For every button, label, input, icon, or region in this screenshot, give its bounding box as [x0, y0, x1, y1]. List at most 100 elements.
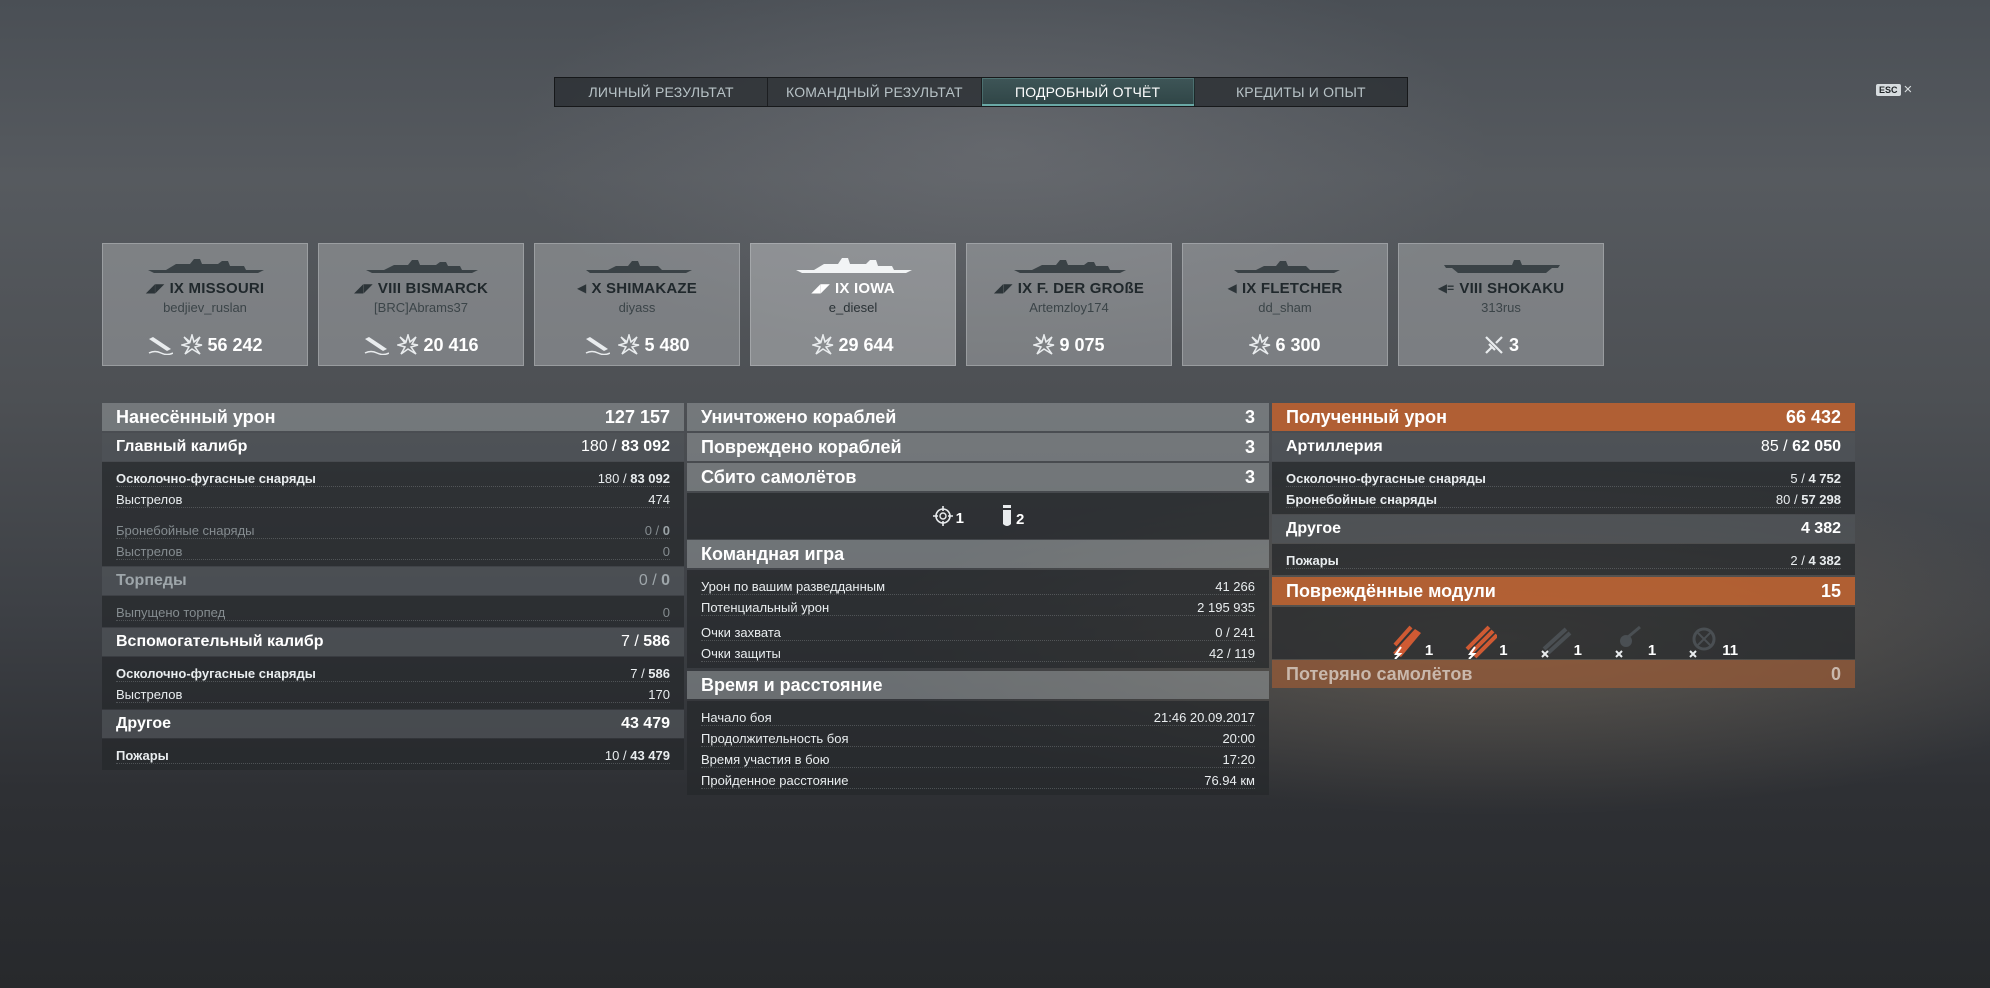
- module-torpedo-tubes: 1: [1463, 623, 1508, 659]
- ship-card[interactable]: ◢◤ IX F. DER GROßE Artemzloy174 9 075: [966, 243, 1172, 366]
- player-name: e_diesel: [828, 300, 878, 315]
- damage-burst-icon: [181, 334, 203, 355]
- ship-damage: 6 300: [1275, 334, 1321, 355]
- stat-row: Осколочно-фугасные снаряды 180 / 83 092: [116, 466, 670, 487]
- ship-name: ◢◤ IX MISSOURI: [145, 280, 265, 297]
- secondary-battery-header: Вспомогательный калибр 7 / 586: [102, 628, 684, 656]
- carrier-silhouette-icon: [1444, 260, 1560, 273]
- damage-received-header: Полученный урон 66 432: [1272, 403, 1855, 431]
- other-damage-header: Другое 43 479: [102, 710, 684, 738]
- team-play-body: Урон по вашим разведданным 41 266 Потенци…: [687, 570, 1269, 668]
- destroyer-class-icon: ◀: [1227, 281, 1237, 295]
- stat-row: Бронебойные снаряды 0 / 0: [116, 518, 670, 539]
- battleship-silhouette-icon: [796, 258, 912, 273]
- damage-received-total: 66 432: [1785, 406, 1841, 427]
- damage-received-panel: Полученный урон 66 432 Артиллерия 85 / 62 …: [1272, 403, 1855, 690]
- battleship-silhouette-icon: [148, 259, 264, 273]
- other-received-header: Другое 4 382: [1272, 515, 1855, 543]
- stat-row: Продолжительность боя 20:00: [701, 726, 1255, 747]
- tab-detailed-report[interactable]: ПОДРОБНЫЙ ОТЧЁТ: [981, 78, 1195, 106]
- bomb-icon: [1003, 505, 1011, 526]
- crosshair-icon: [932, 506, 953, 526]
- ship-name: ◢◤ IX F. DER GROßE: [993, 280, 1145, 297]
- torpedoes-header: Торпеды 0 / 0: [102, 567, 684, 595]
- battleship-class-icon: ◢◤: [811, 281, 831, 295]
- ship-card[interactable]: ◀ IX FLETCHER dd_sham 6 300: [1182, 243, 1388, 366]
- fighter-kills: 1: [932, 505, 964, 527]
- stat-row: Пожары 2 / 4 382: [1286, 548, 1841, 569]
- ship-damage: 56 242: [207, 334, 263, 355]
- stat-row: Выстрелов 170: [116, 682, 670, 703]
- other-damage-body: Пожары 10 / 43 479: [102, 739, 684, 770]
- damage-burst-icon: [618, 334, 640, 355]
- damage-dealt-header: Нанесённый урон 127 157: [102, 403, 684, 431]
- tab-team-result[interactable]: КОМАНДНЫЙ РЕЗУЛЬТАТ: [768, 78, 982, 106]
- secondary-battery-destroyed-icon: [1540, 627, 1571, 658]
- ship-card[interactable]: ◀= VIII SHOKAKU 313rus 3: [1398, 243, 1604, 366]
- main-battery-header: Главный калибр 180 / 83 092: [102, 433, 684, 461]
- stat-row: Осколочно-фугасные снаряды 5 / 4 752: [1286, 466, 1841, 487]
- carrier-class-icon: ◀=: [1437, 281, 1455, 295]
- close-button[interactable]: ESC ×: [1876, 82, 1912, 97]
- plane-shot-down-icon: [1485, 336, 1503, 354]
- ship-card[interactable]: ◢◤ IX MISSOURI bedjiev_ruslan 56 242: [102, 243, 308, 366]
- stat-row: Осколочно-фугасные снаряды 7 / 586: [116, 661, 670, 682]
- main-battery-damaged-icon: [1392, 625, 1421, 659]
- stat-row: Начало боя 21:46 20.09.2017: [701, 705, 1255, 726]
- other-received-body: Пожары 2 / 4 382: [1272, 544, 1855, 575]
- ship-damage: 3: [1508, 334, 1519, 355]
- ship-name: ◀= VIII SHOKAKU: [1437, 280, 1565, 297]
- stat-row: Пройденное расстояние 76.94 км: [701, 768, 1255, 789]
- bomber-kills: 2: [1000, 504, 1024, 528]
- destroyer-silhouette-icon: [1234, 261, 1340, 273]
- ships-destroyed-row: Уничтожено кораблей 3: [687, 403, 1269, 431]
- damage-dealt-total: 127 157: [604, 406, 670, 427]
- torpedo-tubes-damaged-icon: [1465, 625, 1498, 659]
- damage-burst-icon: [1033, 334, 1055, 355]
- module-aa-mount: 11: [1686, 623, 1738, 659]
- player-name: diyass: [618, 300, 656, 315]
- time-distance-body: Начало боя 21:46 20.09.2017 Продолжительн…: [687, 701, 1269, 795]
- stat-row: Выстрелов 0: [116, 539, 670, 560]
- esc-key-label: ESC: [1876, 83, 1901, 96]
- ship-card[interactable]: ◢◤ VIII BISMARCK [BRC]Abrams37 20 416: [318, 243, 524, 366]
- player-name: bedjiev_ruslan: [163, 300, 247, 315]
- damaged-modules-body: 1 1 1 1 11: [1272, 607, 1855, 659]
- ship-cards: ◢◤ IX MISSOURI bedjiev_ruslan 56 242 ◢◤ VI…: [102, 243, 1604, 366]
- stat-row: Бронебойные снаряды 80 / 57 298: [1286, 487, 1841, 508]
- ship-name: ◀ IX FLETCHER: [1227, 280, 1343, 297]
- ship-card-own[interactable]: ◢◤ IX IOWA e_diesel 29 644: [750, 243, 956, 366]
- ship-name: ◢◤ IX IOWA: [811, 280, 895, 297]
- battleship-silhouette-icon: [366, 260, 478, 273]
- battleship-class-icon: ◢◤: [354, 281, 373, 295]
- damage-dealt-panel: Нанесённый урон 127 157 Главный калибр 180…: [102, 403, 684, 771]
- ship-sunk-icon: [149, 337, 174, 355]
- player-name: dd_sham: [1258, 300, 1312, 315]
- ship-sunk-icon: [586, 337, 611, 355]
- damaged-modules-header: Повреждённые модули 15: [1272, 577, 1855, 605]
- stat-row: Потенциальный урон 2 195 935: [701, 595, 1255, 616]
- ships-damaged-row: Повреждено кораблей 3: [687, 433, 1269, 461]
- stat-row: Пожары 10 / 43 479: [116, 743, 670, 764]
- damage-burst-icon: [397, 334, 419, 355]
- ship-card[interactable]: ◀ X SHIMAKAZE diyass 5 480: [534, 243, 740, 366]
- planes-lost-row: Потеряно самолётов 0: [1272, 660, 1855, 688]
- player-name: 313rus: [1481, 300, 1521, 315]
- result-tabs: ЛИЧНЫЙ РЕЗУЛЬТАТ КОМАНДНЫЙ РЕЗУЛЬТАТ ПОД…: [554, 77, 1408, 107]
- battleship-class-icon: ◢◤: [145, 281, 165, 295]
- tab-credits-xp[interactable]: КРЕДИТЫ И ОПЫТ: [1195, 78, 1407, 106]
- secondary-battery-body: Осколочно-фугасные снаряды 7 / 586 Выстре…: [102, 657, 684, 709]
- tab-personal-result[interactable]: ЛИЧНЫЙ РЕЗУЛЬТАТ: [555, 78, 769, 106]
- ship-damage: 20 416: [423, 334, 479, 355]
- artillery-body: Осколочно-фугасные снаряды 5 / 4 752 Брон…: [1272, 462, 1855, 514]
- ship-damage: 9 075: [1059, 334, 1105, 355]
- aa-gun-destroyed-icon: [1615, 625, 1641, 658]
- artillery-header: Артиллерия 85 / 62 050: [1272, 433, 1855, 461]
- stat-row: Урон по вашим разведданным 41 266: [701, 574, 1255, 595]
- damage-burst-icon: [1249, 334, 1271, 355]
- ship-name: ◀ X SHIMAKAZE: [577, 280, 697, 297]
- module-secondary-battery: 1: [1538, 623, 1582, 659]
- close-icon: ×: [1903, 81, 1913, 98]
- stat-row: Очки захвата 0 / 241: [701, 620, 1255, 641]
- battleship-silhouette-icon: [1014, 260, 1126, 273]
